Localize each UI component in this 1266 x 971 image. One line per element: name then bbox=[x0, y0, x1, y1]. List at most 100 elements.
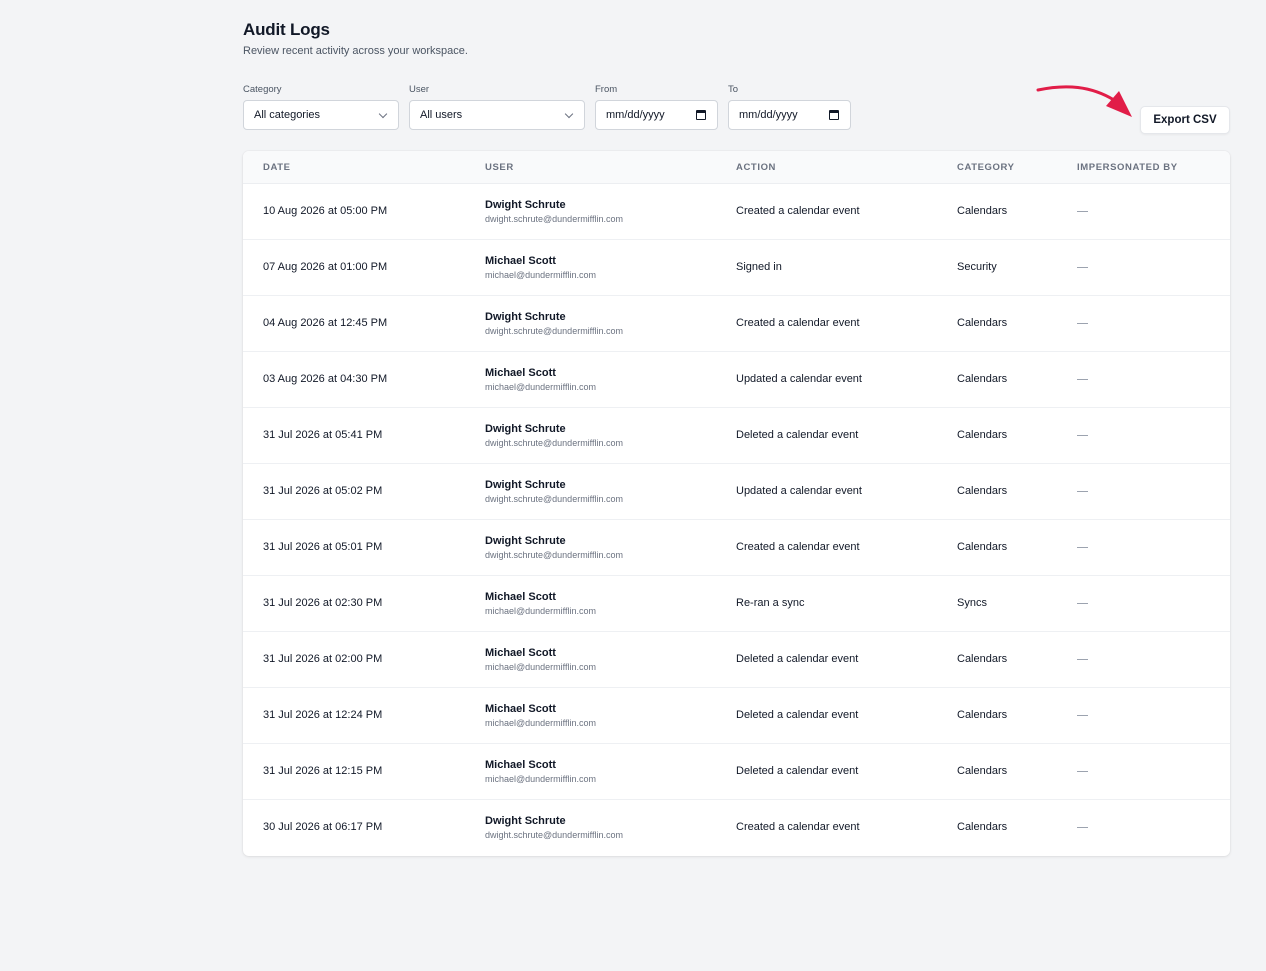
table-row: 10 Aug 2026 at 05:00 PM Dwight Schrute dwi… bbox=[243, 184, 1230, 240]
row-category: Calendars bbox=[957, 373, 1008, 385]
row-user-email: dwight.schrute@dundermifflin.com bbox=[485, 550, 624, 560]
category-filter: Category All categories bbox=[243, 84, 399, 130]
row-user-name: Michael Scott bbox=[485, 647, 556, 659]
row-category: Calendars bbox=[957, 317, 1008, 329]
row-date: 31 Jul 2026 at 05:01 PM bbox=[263, 541, 383, 553]
row-category: Calendars bbox=[957, 485, 1008, 497]
row-user-email: michael@dundermifflin.com bbox=[485, 606, 597, 616]
row-category: Calendars bbox=[957, 709, 1008, 721]
table-row: 07 Aug 2026 at 01:00 PM Michael Scott mich… bbox=[243, 240, 1230, 296]
row-action: Updated a calendar event bbox=[736, 485, 862, 497]
table-row: 04 Aug 2026 at 12:45 PM Dwight Schrute dwi… bbox=[243, 296, 1230, 352]
row-action: Deleted a calendar event bbox=[736, 765, 859, 777]
row-user-email: dwight.schrute@dundermifflin.com bbox=[485, 214, 624, 224]
row-user-name: Michael Scott bbox=[485, 759, 556, 771]
from-date-value: mm/dd/yyyy bbox=[606, 109, 665, 121]
row-user-name: Dwight Schrute bbox=[485, 815, 566, 827]
from-date-input[interactable]: mm/dd/yyyy bbox=[595, 100, 718, 130]
category-select[interactable]: All categories bbox=[243, 100, 399, 130]
column-header-date: DATE bbox=[263, 162, 291, 173]
to-date-input[interactable]: mm/dd/yyyy bbox=[728, 100, 851, 130]
row-category: Calendars bbox=[957, 653, 1008, 665]
row-impersonated-by-empty bbox=[1077, 771, 1088, 772]
column-header-impersonated-by: IMPERSONATED BY bbox=[1077, 162, 1178, 173]
row-user-email: michael@dundermifflin.com bbox=[485, 270, 597, 280]
row-impersonated-by-empty bbox=[1077, 603, 1088, 604]
row-category: Calendars bbox=[957, 541, 1008, 553]
table-header: DATE USER ACTION CATEGORY IMPERSONATED B… bbox=[243, 151, 1230, 184]
row-date: 07 Aug 2026 at 01:00 PM bbox=[263, 261, 388, 273]
column-header-user: USER bbox=[485, 162, 514, 173]
row-impersonated-by-empty bbox=[1077, 267, 1088, 268]
calendar-icon[interactable] bbox=[829, 110, 839, 120]
row-impersonated-by-empty bbox=[1077, 827, 1088, 828]
row-impersonated-by-empty bbox=[1077, 379, 1088, 380]
row-category: Calendars bbox=[957, 821, 1008, 833]
row-user-email: michael@dundermifflin.com bbox=[485, 662, 597, 672]
row-user-name: Dwight Schrute bbox=[485, 535, 566, 547]
row-user-name: Michael Scott bbox=[485, 591, 556, 603]
table-row: 31 Jul 2026 at 05:01 PM Dwight Schrute dwi… bbox=[243, 520, 1230, 576]
from-filter-label: From bbox=[595, 84, 618, 95]
row-date: 31 Jul 2026 at 02:30 PM bbox=[263, 597, 383, 609]
row-action: Updated a calendar event bbox=[736, 373, 862, 385]
table-row: 03 Aug 2026 at 04:30 PM Michael Scott mich… bbox=[243, 352, 1230, 408]
table-row: 31 Jul 2026 at 05:02 PM Dwight Schrute dwi… bbox=[243, 464, 1230, 520]
table-row: 31 Jul 2026 at 02:30 PM Michael Scott mich… bbox=[243, 576, 1230, 632]
row-user-name: Dwight Schrute bbox=[485, 311, 566, 323]
column-header-category: CATEGORY bbox=[957, 162, 1015, 173]
category-select-value: All categories bbox=[254, 109, 321, 121]
row-category: Calendars bbox=[957, 765, 1008, 777]
row-user-email: dwight.schrute@dundermifflin.com bbox=[485, 494, 624, 504]
to-filter: To mm/dd/yyyy bbox=[728, 84, 851, 130]
row-impersonated-by-empty bbox=[1077, 323, 1088, 324]
row-action: Deleted a calendar event bbox=[736, 429, 859, 441]
row-action: Created a calendar event bbox=[736, 205, 860, 217]
page-title: Audit Logs bbox=[243, 20, 330, 39]
row-impersonated-by-empty bbox=[1077, 659, 1088, 660]
column-header-action: ACTION bbox=[736, 162, 777, 173]
row-category: Syncs bbox=[957, 597, 987, 609]
row-impersonated-by-empty bbox=[1077, 491, 1088, 492]
row-action: Signed in bbox=[736, 261, 782, 273]
row-user-name: Dwight Schrute bbox=[485, 423, 566, 435]
page-subtitle: Review recent activity across your works… bbox=[243, 45, 468, 57]
from-filter: From mm/dd/yyyy bbox=[595, 84, 718, 130]
row-action: Created a calendar event bbox=[736, 317, 860, 329]
row-user-name: Michael Scott bbox=[485, 703, 556, 715]
user-select[interactable]: All users bbox=[409, 100, 585, 130]
export-csv-button[interactable]: Export CSV bbox=[1140, 106, 1230, 134]
row-date: 30 Jul 2026 at 06:17 PM bbox=[263, 821, 383, 833]
row-user-name: Michael Scott bbox=[485, 367, 556, 379]
row-date: 31 Jul 2026 at 02:00 PM bbox=[263, 653, 383, 665]
audit-log-table: DATE USER ACTION CATEGORY IMPERSONATED B… bbox=[243, 151, 1230, 856]
table-row: 30 Jul 2026 at 06:17 PM Dwight Schrute dwi… bbox=[243, 800, 1230, 856]
chevron-down-icon bbox=[564, 109, 574, 119]
row-action: Created a calendar event bbox=[736, 821, 860, 833]
to-filter-label: To bbox=[728, 84, 739, 95]
calendar-icon[interactable] bbox=[696, 110, 706, 120]
row-user-name: Dwight Schrute bbox=[485, 199, 566, 211]
table-row: 31 Jul 2026 at 12:24 PM Michael Scott mich… bbox=[243, 688, 1230, 744]
row-action: Re-ran a sync bbox=[736, 597, 805, 609]
row-category: Security bbox=[957, 261, 997, 273]
audit-logs-page: Audit Logs Review recent activity across… bbox=[243, 20, 1230, 856]
row-category: Calendars bbox=[957, 429, 1008, 441]
user-select-value: All users bbox=[420, 109, 463, 121]
table-row: 31 Jul 2026 at 02:00 PM Michael Scott mich… bbox=[243, 632, 1230, 688]
row-date: 04 Aug 2026 at 12:45 PM bbox=[263, 317, 388, 329]
row-date: 31 Jul 2026 at 12:15 PM bbox=[263, 765, 383, 777]
table-row: 31 Jul 2026 at 12:15 PM Michael Scott mich… bbox=[243, 744, 1230, 800]
chevron-down-icon bbox=[378, 109, 388, 119]
row-user-email: michael@dundermifflin.com bbox=[485, 382, 597, 392]
arrow-annotation-icon bbox=[1036, 85, 1132, 117]
row-action: Created a calendar event bbox=[736, 541, 860, 553]
row-impersonated-by-empty bbox=[1077, 211, 1088, 212]
row-impersonated-by-empty bbox=[1077, 715, 1088, 716]
row-action: Deleted a calendar event bbox=[736, 653, 859, 665]
user-filter: User All users bbox=[409, 84, 585, 130]
row-impersonated-by-empty bbox=[1077, 547, 1088, 548]
row-user-name: Michael Scott bbox=[485, 255, 556, 267]
row-user-email: dwight.schrute@dundermifflin.com bbox=[485, 326, 624, 336]
row-user-email: michael@dundermifflin.com bbox=[485, 718, 597, 728]
